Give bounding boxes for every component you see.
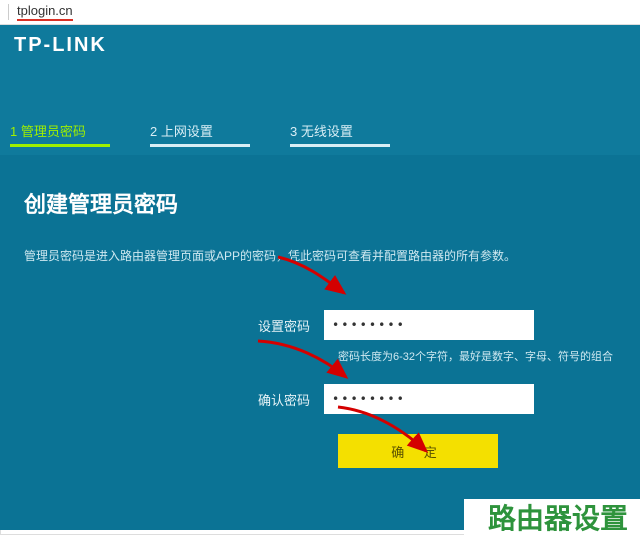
confirm-row: 确认密码 •••••••• bbox=[24, 384, 616, 414]
password-input[interactable]: •••••••• bbox=[324, 310, 534, 340]
brand-header: TP-LINK bbox=[0, 25, 640, 65]
confirm-label: 确认密码 bbox=[24, 390, 324, 409]
password-hint: 密码长度为6-32个字符，最好是数字、字母、符号的组合 bbox=[338, 348, 616, 364]
password-label: 设置密码 bbox=[24, 316, 324, 335]
brand-logo-text: TP-LINK bbox=[14, 34, 107, 57]
step-1-admin-password[interactable]: 1 管理员密码 bbox=[10, 121, 110, 147]
watermark-text: 路由器设置 bbox=[488, 504, 632, 535]
step-2-internet[interactable]: 2 上网设置 bbox=[150, 121, 250, 147]
step-label: 2 上网设置 bbox=[150, 121, 250, 144]
step-underline bbox=[10, 144, 110, 147]
step-underline bbox=[150, 144, 250, 147]
submit-button[interactable]: 确 定 bbox=[338, 434, 498, 468]
address-bar-divider bbox=[8, 4, 9, 20]
address-bar-url[interactable]: tplogin.cn bbox=[17, 3, 73, 21]
password-row: 设置密码 •••••••• bbox=[24, 310, 616, 340]
step-label: 1 管理员密码 bbox=[10, 121, 110, 144]
step-3-wireless[interactable]: 3 无线设置 bbox=[290, 121, 390, 147]
address-bar[interactable]: tplogin.cn bbox=[0, 0, 640, 25]
page-title: 创建管理员密码 bbox=[24, 187, 616, 219]
confirm-input[interactable]: •••••••• bbox=[324, 384, 534, 414]
page-description: 管理员密码是进入路由器管理页面或APP的密码，凭此密码可查看并配置路由器的所有参… bbox=[24, 247, 616, 264]
main-content: 创建管理员密码 管理员密码是进入路由器管理页面或APP的密码，凭此密码可查看并配… bbox=[0, 155, 640, 530]
step-underline bbox=[290, 144, 390, 147]
step-label: 3 无线设置 bbox=[290, 121, 390, 144]
setup-steps: 1 管理员密码 2 上网设置 3 无线设置 bbox=[0, 65, 640, 155]
